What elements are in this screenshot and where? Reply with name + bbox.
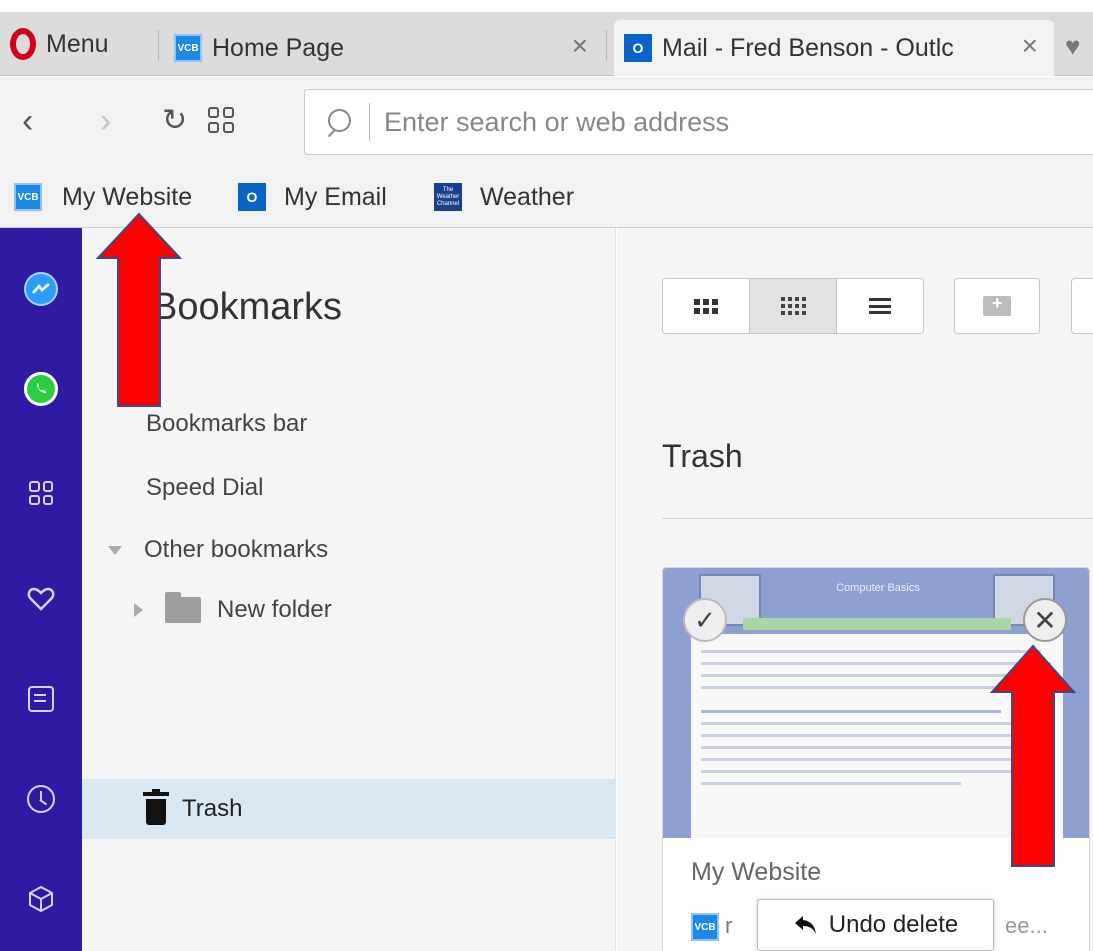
tab-title: Mail - Fred Benson - Outlc [662,33,954,62]
tab-home-page[interactable]: VCB Home Page × [174,20,604,76]
heart-icon[interactable] [24,582,58,616]
heart-icon[interactable]: ♥ [1065,33,1089,59]
collapse-triangle-icon[interactable] [134,603,143,617]
outlook-favicon-icon: O [624,34,652,62]
tree-item-bookmarks-bar[interactable]: Bookmarks bar [146,410,307,438]
opera-menu-button[interactable]: Menu [10,26,109,62]
history-icon[interactable] [24,782,58,816]
toolbar-button-partial[interactable] [1071,278,1093,334]
card-url-fragment: ee... [1005,913,1048,938]
new-folder-icon [983,293,1011,316]
cube-icon[interactable] [24,882,58,916]
tree-item-other-bookmarks[interactable]: Other bookmarks [108,536,328,564]
whatsapp-icon[interactable] [24,372,58,406]
address-bar-row: ‹ › ↻ [0,77,1093,167]
section-divider [662,518,1093,519]
undo-label: Undo delete [828,911,959,938]
large-grid-view-button[interactable] [663,279,750,333]
red-arrow-up-icon [989,644,1077,867]
messenger-icon[interactable] [24,272,58,306]
close-tab-icon[interactable]: × [1022,30,1038,62]
news-icon[interactable] [24,682,58,716]
tab-bar: Menu VCB Home Page × O Mail - Fred Benso… [0,12,1093,76]
speed-dial-icon[interactable] [208,107,234,133]
tab-separator [158,30,159,60]
delete-x-button[interactable]: ✕ [1023,598,1067,642]
vcb-favicon-icon: VCB [14,183,42,211]
opera-logo-icon [10,28,36,60]
back-button[interactable]: ‹ [22,97,33,145]
speed-dial-icon[interactable] [24,476,58,510]
folder-icon [165,592,201,623]
thumbnail-title: Computer Basics [836,582,920,594]
address-input[interactable] [384,106,884,138]
tree-item-label: Speed Dial [146,474,264,501]
view-switcher [662,278,924,334]
tree-item-label: Other bookmarks [144,536,329,563]
new-folder-button[interactable] [954,278,1040,334]
address-divider [369,103,370,141]
undo-arrow-icon [794,916,816,934]
expand-triangle-icon[interactable] [108,545,122,555]
sidebar [0,228,82,951]
bookmark-weather[interactable]: The Weather Channel Weather [434,179,574,215]
card-url-fragment: r [725,913,733,938]
weather-channel-favicon-icon: The Weather Channel [434,183,462,211]
tree-item-new-folder[interactable]: New folder [134,592,332,624]
search-icon [325,109,351,135]
address-field[interactable] [304,89,1093,155]
tab-mail[interactable]: O Mail - Fred Benson - Outlc × [614,20,1054,76]
tab-separator [606,30,607,60]
small-grid-view-button[interactable] [750,279,837,333]
section-title: Trash [662,438,743,474]
tree-item-speed-dial[interactable]: Speed Dial [146,474,263,502]
select-check-button[interactable]: ✓ [683,598,727,642]
bookmark-label: Weather [480,182,575,211]
card-title: My Website [691,858,822,886]
vcb-favicon-icon: VCB [691,913,719,941]
red-arrow-up-icon [95,212,183,407]
reload-button[interactable]: ↻ [162,97,187,145]
outlook-favicon-icon: O [238,183,266,211]
close-tab-icon[interactable]: × [572,30,588,62]
tree-item-trash[interactable]: Trash [82,779,616,839]
bookmark-label: My Email [284,182,387,211]
tree-item-label: Trash [182,795,243,822]
bookmark-label: My Website [62,182,193,211]
vcb-favicon-icon: VCB [174,34,202,62]
undo-delete-button[interactable]: Undo delete [757,899,994,951]
forward-button[interactable]: › [100,97,111,145]
tree-item-label: Bookmarks bar [146,410,308,437]
list-view-button[interactable] [837,279,923,333]
trash-icon [143,789,169,825]
tab-title: Home Page [212,33,345,62]
menu-label: Menu [46,29,109,58]
bookmark-my-email[interactable]: O My Email [238,179,387,215]
tree-item-label: New folder [217,596,332,623]
